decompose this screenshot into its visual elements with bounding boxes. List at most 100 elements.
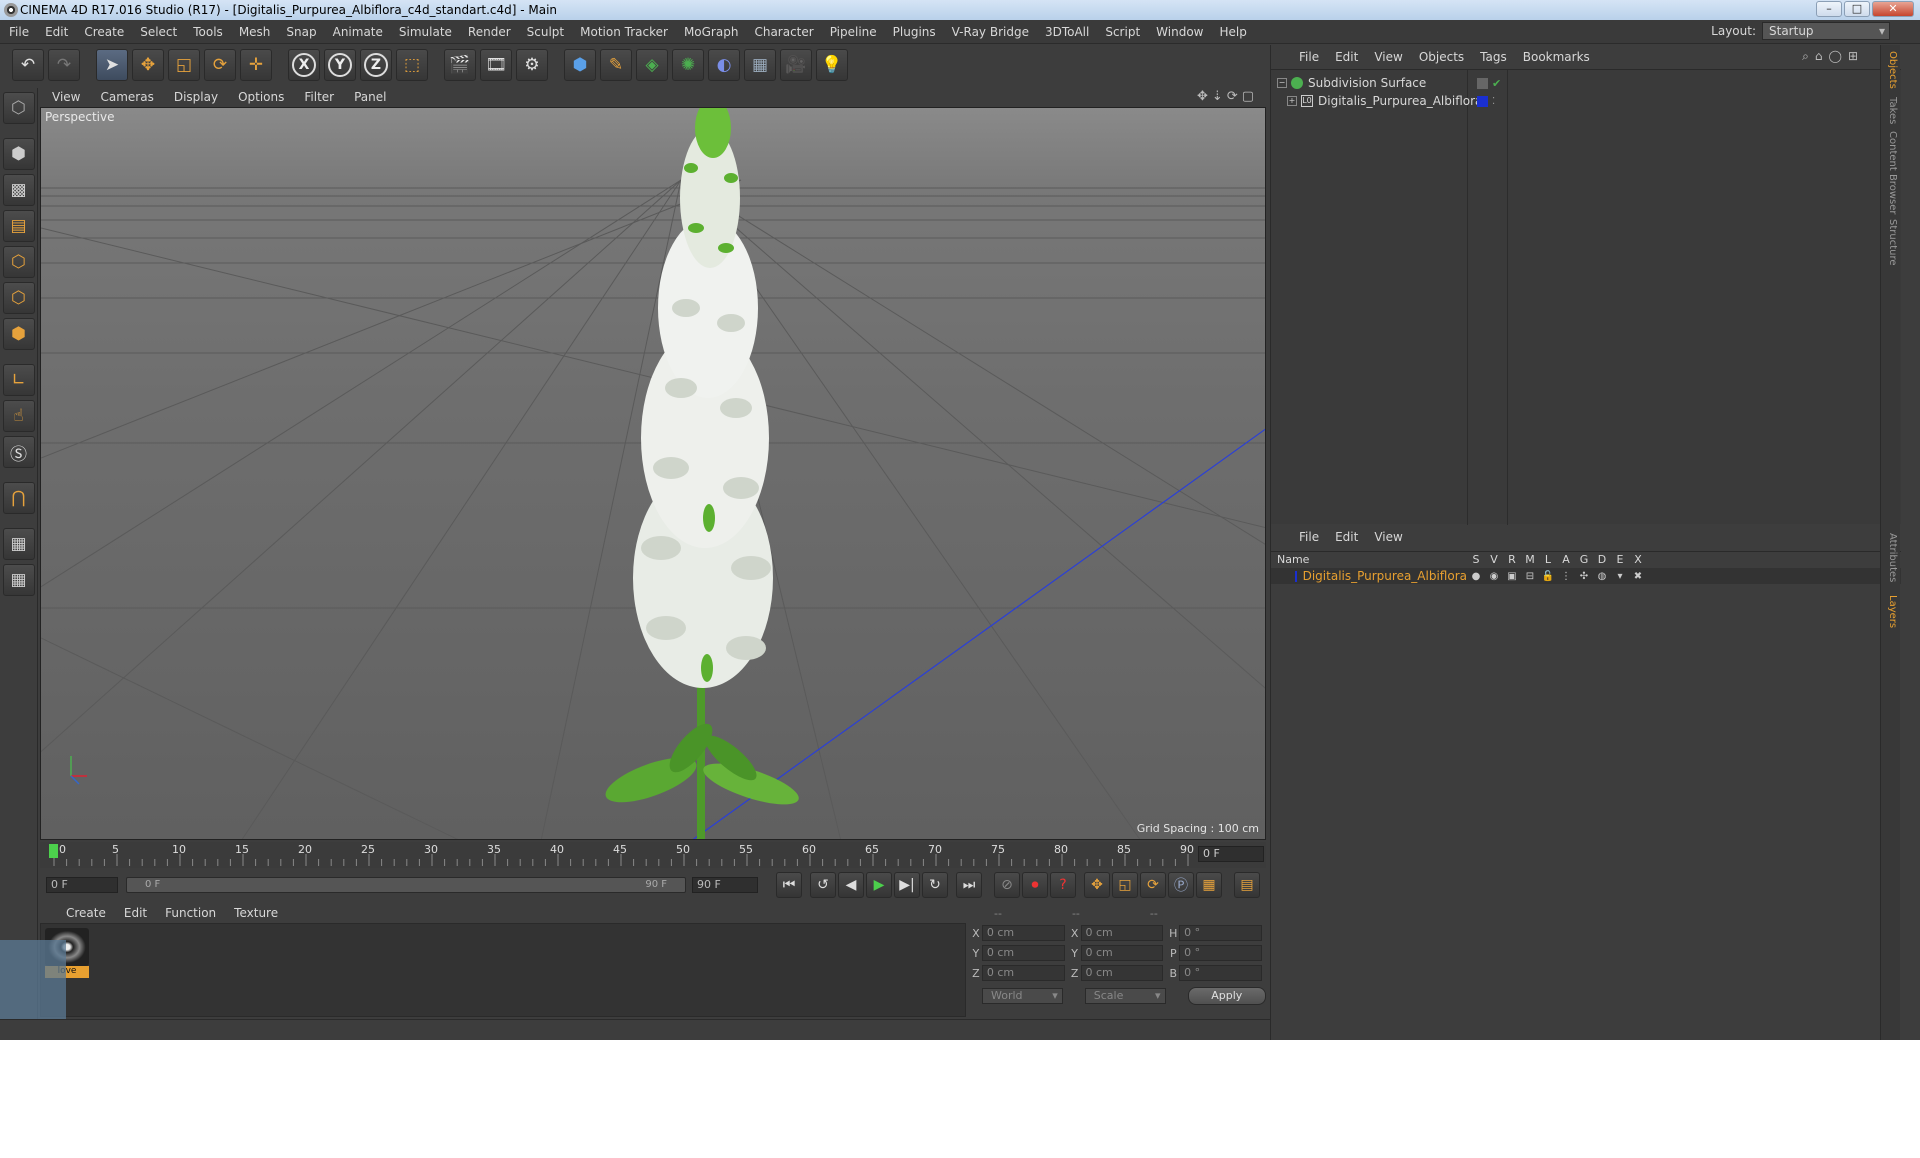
- size-x-field[interactable]: 0 cm: [1080, 925, 1164, 941]
- keyframe-selection-icon[interactable]: ⊘: [994, 872, 1020, 898]
- coordinate-space-dropdown[interactable]: World: [982, 988, 1063, 1004]
- viewport-menu-filter[interactable]: Filter: [304, 90, 334, 104]
- deformer-icon[interactable]: ◍: [1593, 571, 1611, 582]
- frame-range-slider[interactable]: 0 F 90 F: [126, 877, 686, 893]
- timeline-ruler[interactable]: 0 5 10 15 20 25 30 35 40 45 50 55 60 65 …: [40, 842, 1266, 868]
- menu-mograph[interactable]: MoGraph: [684, 25, 739, 39]
- menu-simulate[interactable]: Simulate: [399, 25, 452, 39]
- om-menu-edit[interactable]: Edit: [1335, 50, 1358, 64]
- visibility-dots-icon[interactable]: ⁚: [1492, 96, 1495, 107]
- menu-mesh[interactable]: Mesh: [239, 25, 271, 39]
- size-y-field[interactable]: 0 cm: [1080, 945, 1164, 961]
- key-parameter-icon[interactable]: Ⓟ: [1168, 872, 1194, 898]
- expand-icon[interactable]: +: [1287, 96, 1297, 106]
- menu-3dtoall[interactable]: 3DToAll: [1045, 25, 1089, 39]
- subdivision-icon[interactable]: ◈: [636, 49, 668, 81]
- current-frame-field[interactable]: 0 F: [1198, 846, 1264, 862]
- lm-menu-file[interactable]: File: [1299, 530, 1319, 544]
- enable-check-icon[interactable]: ✔: [1492, 77, 1501, 90]
- y-axis-icon[interactable]: Y: [324, 49, 356, 81]
- collapse-icon[interactable]: −: [1277, 78, 1287, 88]
- menu-window[interactable]: Window: [1156, 25, 1203, 39]
- previous-frame-icon[interactable]: ◀: [838, 872, 864, 898]
- size-z-field[interactable]: 0 cm: [1080, 965, 1164, 981]
- close-button[interactable]: ✕: [1872, 1, 1914, 17]
- om-menu-view[interactable]: View: [1374, 50, 1402, 64]
- layer-name[interactable]: Digitalis_Purpurea_Albiflora: [1303, 569, 1467, 583]
- om-search-icon[interactable]: ⌕⌂◯⊞: [1802, 49, 1864, 64]
- perspective-viewport[interactable]: Perspective Grid Spacing : 100 cm: [40, 107, 1266, 840]
- menu-vray-bridge[interactable]: V-Ray Bridge: [952, 25, 1029, 39]
- render-settings-icon[interactable]: ⚙: [516, 49, 548, 81]
- layer-row[interactable]: Digitalis_Purpurea_Albiflora ● ◉ ▣ ⊟ 🔓 ⋮…: [1271, 568, 1901, 584]
- autokey-icon[interactable]: ?: [1050, 872, 1076, 898]
- menu-render[interactable]: Render: [468, 25, 511, 39]
- menu-motion-tracker[interactable]: Motion Tracker: [580, 25, 668, 39]
- menu-edit[interactable]: Edit: [45, 25, 68, 39]
- tab-attributes[interactable]: Attributes: [1887, 533, 1898, 582]
- rotation-h-field[interactable]: 0 °: [1179, 925, 1263, 941]
- menu-help[interactable]: Help: [1219, 25, 1246, 39]
- generator-icon[interactable]: ✣: [1575, 571, 1593, 582]
- minimize-button[interactable]: –: [1816, 1, 1842, 17]
- menu-script[interactable]: Script: [1105, 25, 1140, 39]
- om-menu-tags[interactable]: Tags: [1480, 50, 1507, 64]
- deformer-icon[interactable]: ◐: [708, 49, 740, 81]
- camera-icon[interactable]: 🎥: [780, 49, 812, 81]
- x-axis-icon[interactable]: X: [288, 49, 320, 81]
- menu-animate[interactable]: Animate: [333, 25, 383, 39]
- pen-icon[interactable]: ✎: [600, 49, 632, 81]
- model-mode-icon[interactable]: ⬢: [2, 138, 35, 170]
- cube-icon[interactable]: ⬢: [564, 49, 596, 81]
- key-rotation-icon[interactable]: ⟳: [1140, 872, 1166, 898]
- viewport-menu-view[interactable]: View: [52, 90, 80, 104]
- polygons-mode-icon[interactable]: ⬢: [2, 318, 35, 350]
- rotation-b-field[interactable]: 0 °: [1179, 965, 1263, 981]
- texture-mode-icon[interactable]: ▩: [2, 174, 35, 206]
- layer-color-icon[interactable]: [1295, 570, 1297, 582]
- tweak-mode-icon[interactable]: ☝: [2, 400, 35, 432]
- add-icon[interactable]: ✛: [240, 49, 272, 81]
- xref-icon[interactable]: ✖: [1629, 571, 1647, 582]
- undo-icon[interactable]: ↶: [12, 49, 44, 81]
- rotate-icon[interactable]: ⟳: [204, 49, 236, 81]
- view-eye-icon[interactable]: ◉: [1485, 571, 1503, 582]
- om-menu-bookmarks[interactable]: Bookmarks: [1523, 50, 1590, 64]
- position-z-field[interactable]: 0 cm: [981, 965, 1065, 981]
- next-key-icon[interactable]: ↻: [922, 872, 948, 898]
- material-menu-edit[interactable]: Edit: [124, 906, 147, 920]
- menu-select[interactable]: Select: [140, 25, 177, 39]
- end-frame-field[interactable]: 90 F: [692, 877, 758, 893]
- coordinate-system-icon[interactable]: ⬚: [396, 49, 428, 81]
- object-tree[interactable]: − Subdivision Surface ✔ + L0 Digitalis_P…: [1271, 69, 1901, 525]
- locked-workplane-icon[interactable]: ▦: [2, 528, 35, 560]
- z-axis-icon[interactable]: Z: [360, 49, 392, 81]
- key-position-icon[interactable]: ✥: [1084, 872, 1110, 898]
- menu-create[interactable]: Create: [84, 25, 124, 39]
- make-editable-icon[interactable]: ⬡: [2, 92, 35, 124]
- lock-icon[interactable]: 🔓: [1539, 571, 1557, 582]
- viewport-navigation-icon[interactable]: ✥⇣⟳▢: [1197, 89, 1258, 104]
- floor-icon[interactable]: ▦: [744, 49, 776, 81]
- object-row-digitalis[interactable]: + L0 Digitalis_Purpurea_Albiflora: [1287, 92, 1482, 110]
- key-pla-icon[interactable]: ▦: [1196, 872, 1222, 898]
- render-icon[interactable]: ▣: [1503, 571, 1521, 582]
- tab-layers[interactable]: Layers: [1887, 595, 1898, 628]
- record-icon[interactable]: ⏺: [1022, 872, 1048, 898]
- snap-icon[interactable]: Ⓢ: [2, 436, 35, 468]
- material-manager-area[interactable]: love: [40, 923, 966, 1017]
- manager-icon[interactable]: ⊟: [1521, 571, 1539, 582]
- animation-icon[interactable]: ⋮: [1557, 571, 1575, 582]
- go-to-end-icon[interactable]: ⏭: [956, 872, 982, 898]
- position-y-field[interactable]: 0 cm: [981, 945, 1065, 961]
- lm-menu-view[interactable]: View: [1374, 530, 1402, 544]
- lm-menu-edit[interactable]: Edit: [1335, 530, 1358, 544]
- viewport-menu-cameras[interactable]: Cameras: [100, 90, 153, 104]
- magnet-icon[interactable]: ⋂: [2, 482, 35, 514]
- timeline-window-icon[interactable]: ▤: [1234, 872, 1260, 898]
- tab-objects[interactable]: Objects: [1887, 51, 1898, 89]
- scale-icon[interactable]: ◱: [168, 49, 200, 81]
- play-icon[interactable]: ▶: [866, 872, 892, 898]
- menu-tools[interactable]: Tools: [193, 25, 223, 39]
- points-mode-icon[interactable]: ⬡: [2, 246, 35, 278]
